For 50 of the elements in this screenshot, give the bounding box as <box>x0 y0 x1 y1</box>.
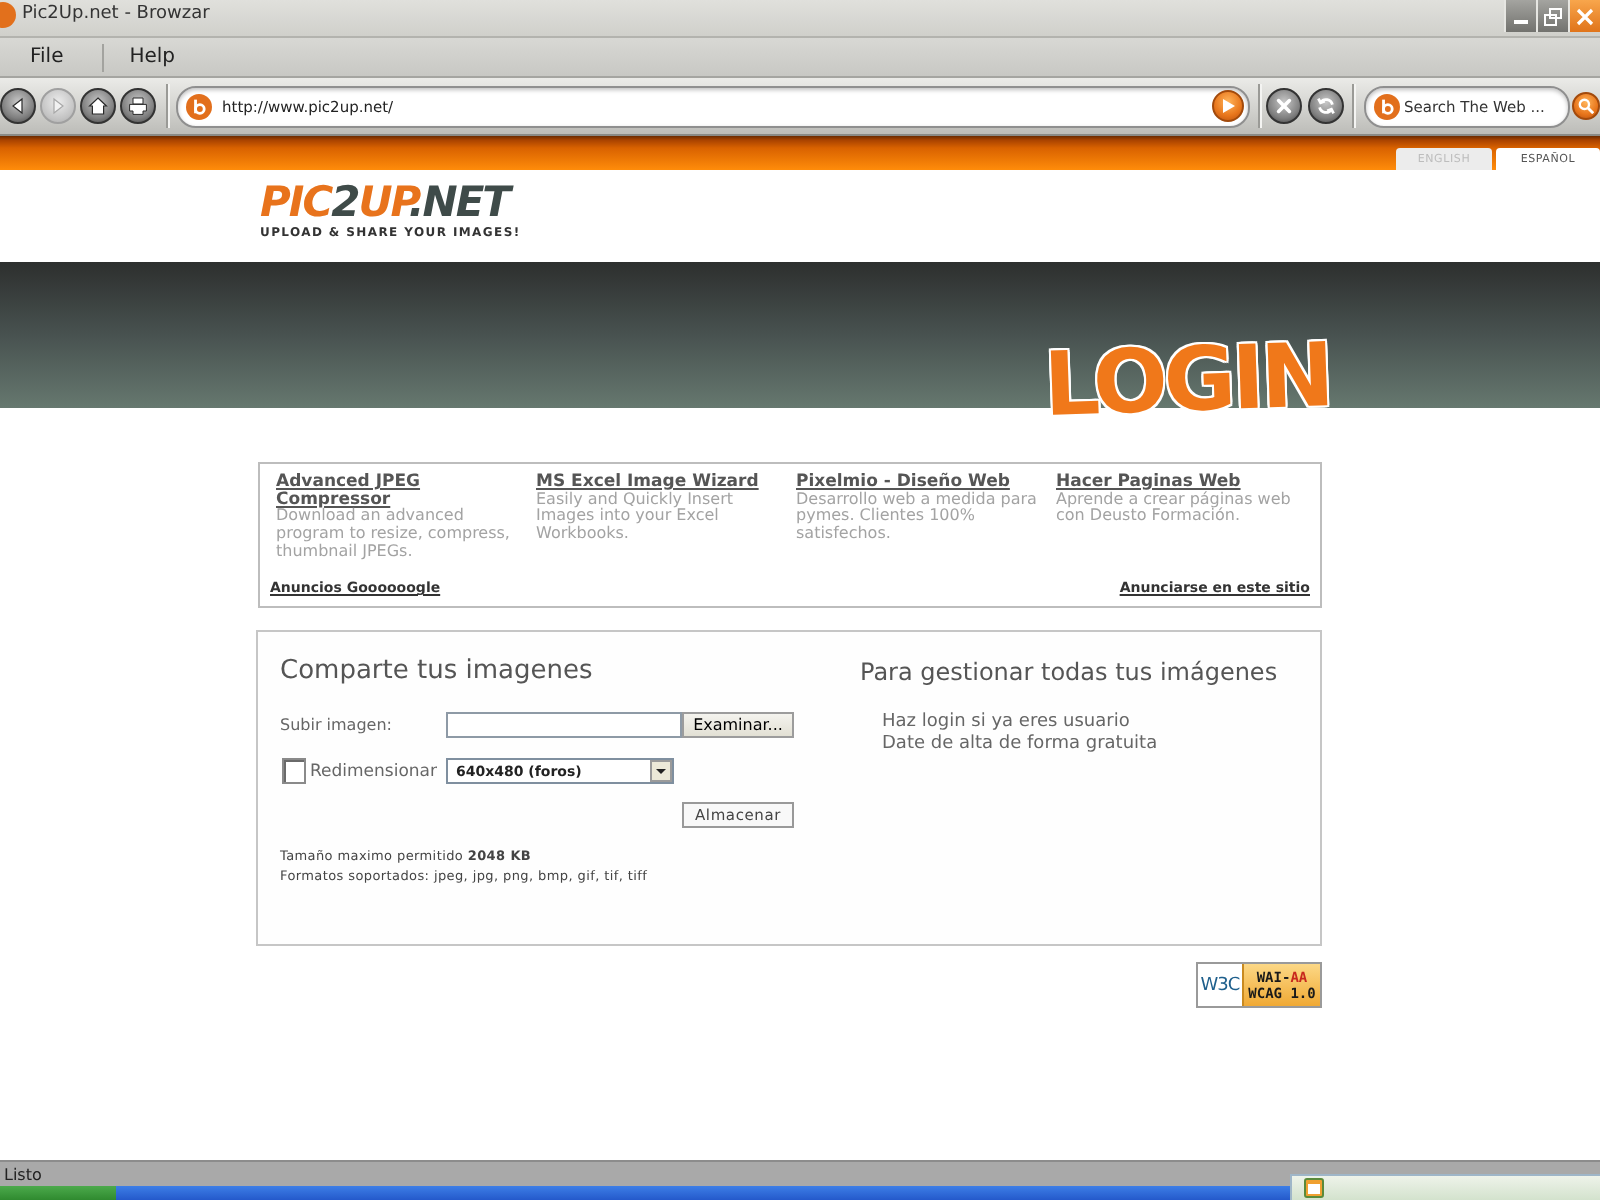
minimize-button[interactable] <box>1504 0 1536 32</box>
dropdown-caret-icon <box>650 760 672 782</box>
close-button[interactable] <box>1568 0 1600 32</box>
ad-title-link[interactable]: Advanced JPEG Compressor <box>276 474 512 509</box>
home-button[interactable] <box>80 88 116 124</box>
ad-title-link[interactable]: MS Excel Image Wizard <box>536 474 759 492</box>
restore-icon <box>1544 7 1562 25</box>
ad-description: Download an advanced program to resize, compress, thumbnail JPEGs. <box>276 508 512 562</box>
window-icon <box>1304 1178 1324 1198</box>
back-button[interactable] <box>0 88 36 124</box>
stop-x-icon <box>1274 96 1294 116</box>
status-text: Listo <box>4 1165 42 1183</box>
account-heading: Para gestionar todas tus imágenes <box>860 656 1278 688</box>
banner-title: LOGIN <box>1042 333 1332 431</box>
ad-description: Aprende a crear páginas web con Deusto Formación. <box>1056 491 1293 527</box>
refresh-button[interactable] <box>1308 88 1344 124</box>
minimize-icon <box>1514 20 1528 24</box>
print-button[interactable] <box>120 88 156 124</box>
resize-checkbox[interactable] <box>282 758 306 784</box>
file-input-field[interactable] <box>446 712 682 738</box>
start-button[interactable] <box>0 1186 116 1200</box>
resize-label: Redimensionar <box>310 761 437 781</box>
search-icon <box>1578 98 1594 114</box>
file-label: Subir imagen: <box>280 716 394 734</box>
play-icon <box>1220 97 1236 113</box>
window-title: Pic2Up.net - Browzar <box>22 2 210 28</box>
ad-title-link[interactable]: Pixelmio - Diseño Web <box>796 474 1010 492</box>
refresh-icon <box>1316 96 1336 116</box>
restore-button[interactable] <box>1536 0 1568 32</box>
close-icon <box>1576 7 1594 25</box>
browse-button[interactable]: Examinar... <box>682 712 794 738</box>
ad-description: Easily and Quickly Insert Images into your Excel Workbooks. <box>536 491 736 544</box>
home-icon <box>88 96 108 116</box>
back-arrow-icon <box>8 96 28 116</box>
app-icon <box>0 2 16 28</box>
account-link[interactable]: Haz login si ya eres usuario <box>882 712 1130 733</box>
forward-arrow-icon <box>48 96 68 116</box>
account-link[interactable]: Date de alta de forma gratuita <box>882 733 1158 754</box>
menu-item[interactable]: File <box>22 41 72 73</box>
printer-icon <box>128 96 148 116</box>
ad-description: Desarrollo web a medida para pymes. Clientes 100% satisfechos. <box>796 491 1039 544</box>
menu-item[interactable]: Help <box>121 41 184 73</box>
site-icon <box>1374 93 1400 119</box>
badge-logo-text: W3C <box>1198 973 1242 999</box>
upload-heading: Comparte tus imagenes <box>280 656 593 688</box>
search-button[interactable] <box>1572 92 1600 120</box>
stop-button[interactable] <box>1266 88 1302 124</box>
ad-title-link[interactable]: Hacer Paginas Web <box>1056 474 1241 492</box>
site-icon <box>186 93 212 119</box>
site-logo: PIC2UP.NET <box>260 180 510 224</box>
